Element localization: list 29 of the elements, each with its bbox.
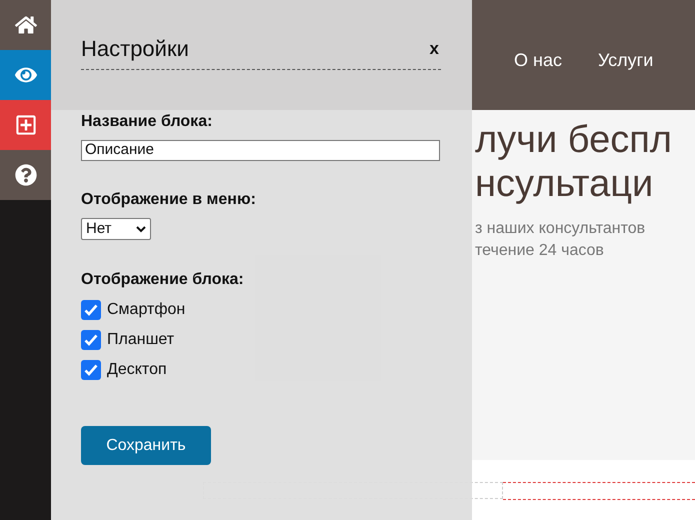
plus-icon xyxy=(14,114,36,136)
home-button[interactable] xyxy=(0,0,51,50)
checkbox-label: Десктоп xyxy=(107,360,167,380)
checkbox-label: Планшет xyxy=(107,330,174,350)
field-label: Отображение в меню: xyxy=(81,190,257,210)
close-button[interactable]: x xyxy=(430,36,441,62)
field-label: Название блока: xyxy=(81,112,214,132)
save-button[interactable]: Сохранить xyxy=(81,426,211,466)
checkbox-label: Смартфон xyxy=(107,300,186,320)
hero-text: з наших консультантов течение 24 часов xyxy=(475,219,646,261)
block-name-input[interactable]: Описание xyxy=(81,140,440,161)
nav-link[interactable]: Услуги xyxy=(598,46,654,74)
checkbox[interactable] xyxy=(81,330,101,350)
checkmark-icon xyxy=(84,364,98,376)
help-button[interactable] xyxy=(0,150,51,200)
checkmark-icon xyxy=(84,334,98,346)
checkmark-icon xyxy=(84,304,98,316)
nav-link[interactable]: О нас xyxy=(514,46,562,74)
chevron-icon xyxy=(136,226,146,233)
panel-title: Настройки xyxy=(81,35,189,63)
checkbox[interactable] xyxy=(81,360,101,380)
home-icon xyxy=(14,14,36,36)
field-label: Отображение блока: xyxy=(81,270,245,290)
checkbox[interactable] xyxy=(81,300,101,320)
menu-select[interactable]: Нет xyxy=(81,218,151,240)
eye-button[interactable] xyxy=(0,50,51,100)
plus-button[interactable] xyxy=(0,100,51,150)
help-icon xyxy=(14,164,36,186)
hero-title: лучи беспл нсультаци xyxy=(475,118,673,206)
